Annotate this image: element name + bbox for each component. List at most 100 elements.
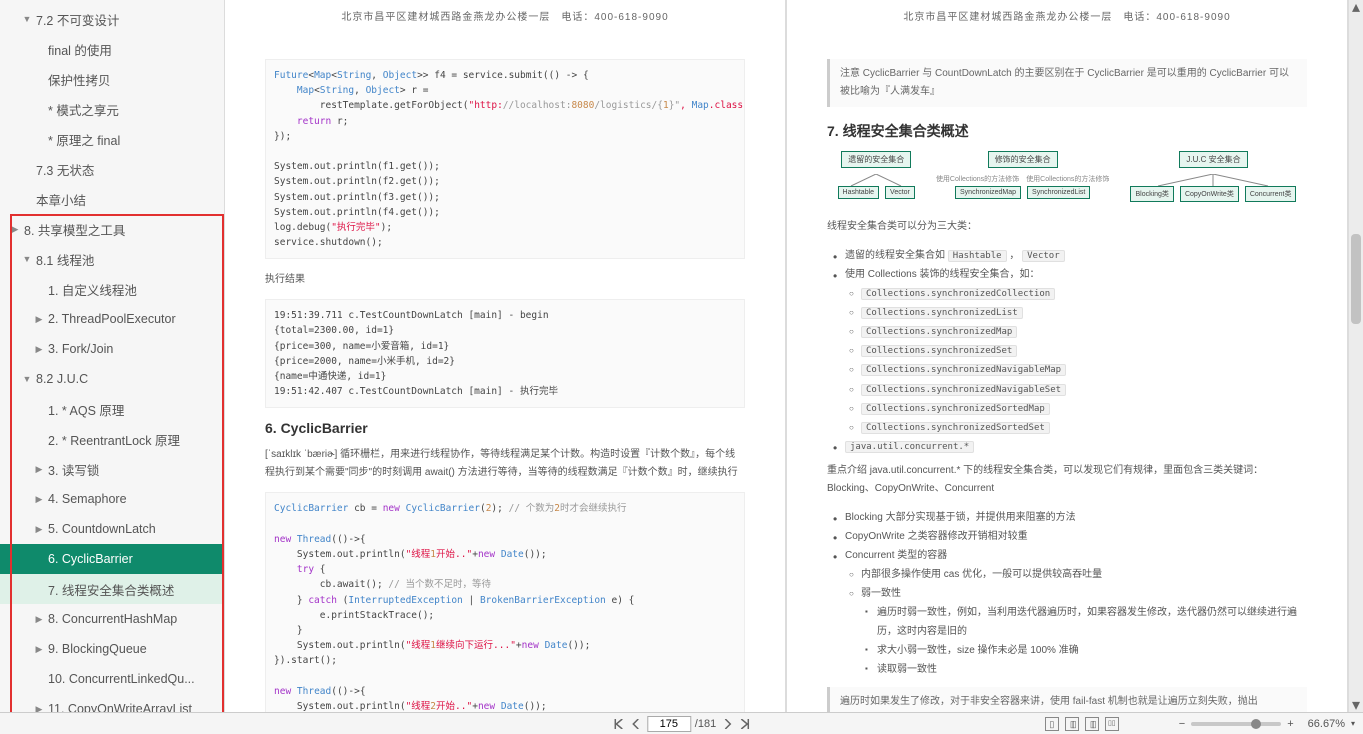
sidebar-item[interactable]: ▶ 3. 读写锁 [0, 454, 224, 484]
diagram-node: Blocking类 [1130, 186, 1173, 202]
section-6-desc: [ˈsaɪklɪk ˈbæriɚ] 循环栅栏，用来进行线程协作，等待线程满足某个… [265, 446, 745, 482]
code-tag: Vector [1022, 250, 1065, 262]
code-tag: java.util.concurrent.* [845, 441, 974, 453]
zoom-percent: 66.67% [1308, 718, 1345, 730]
page-right: 北京市昌平区建材城西路金燕龙办公楼一层 电话：400-618-9090 注意 C… [787, 0, 1347, 712]
sidebar-item[interactable]: ▶8. 共享模型之工具 [0, 214, 224, 244]
sidebar-item-label: 11. CopyOnWriteArrayList [48, 702, 192, 712]
sidebar-item-label: final 的使用 [48, 40, 112, 59]
sidebar-item[interactable]: 2. * ReentrantLock 原理 [0, 424, 224, 454]
code-output: 19:51:39.711 c.TestCountDownLatch [main]… [265, 299, 745, 408]
sidebar-item-label: 2. ThreadPoolExecutor [48, 312, 176, 326]
page-navigator: /181 [611, 716, 752, 732]
expand-icon: ▼ [22, 14, 32, 24]
expand-icon: ▶ [34, 464, 44, 475]
view-continuous-icon[interactable]: ▯▯ [1065, 717, 1079, 731]
list-item: Collections.synchronizedNavigableMap [861, 360, 1307, 379]
expand-icon: ▶ [34, 704, 44, 713]
diagram-node: 遗留的安全集合 [841, 151, 911, 168]
page-number-input[interactable] [647, 716, 691, 732]
section-6-heading: 6. CyclicBarrier [265, 420, 745, 436]
callout-note: 遍历时如果发生了修改，对于非安全容器来讲，使用 fail-fast 机制也就是让… [827, 687, 1307, 712]
diagram-node: SynchronizedList [1027, 186, 1090, 199]
expand-icon: ▶ [34, 614, 44, 625]
sidebar-item[interactable]: ▶8. ConcurrentHashMap [0, 604, 224, 634]
view-facing-continuous-icon[interactable]: ▯▯ [1105, 717, 1119, 731]
sidebar-item-label: 2. * ReentrantLock 原理 [48, 430, 180, 449]
expand-icon: ▼ [22, 374, 32, 384]
view-mode-buttons: ▯ ▯▯ ▯▯ ▯▯ [1045, 717, 1119, 731]
sidebar-item[interactable]: ▶ 11. CopyOnWriteArrayList [0, 694, 224, 712]
sidebar-item[interactable]: 7.3 无状态 [0, 154, 224, 184]
code-tag: Collections.synchronizedSortedSet [861, 422, 1050, 434]
zoom-in-button[interactable]: + [1287, 718, 1293, 730]
view-facing-icon[interactable]: ▯▯ [1085, 717, 1099, 731]
sidebar-item[interactable]: final 的使用 [0, 34, 224, 64]
zoom-slider[interactable] [1191, 722, 1281, 726]
sidebar-item-label: * 模式之享元 [48, 100, 119, 119]
sidebar-item-label: 9. BlockingQueue [48, 642, 147, 656]
sidebar-item[interactable]: 1. 自定义线程池 [0, 274, 224, 304]
list-item: 弱一致性 [861, 584, 1307, 603]
scroll-down-icon[interactable]: ▾ [1349, 698, 1363, 712]
list-item: CopyOnWrite 之类容器修改开销相对较重 [845, 527, 1307, 546]
sidebar-item[interactable]: 7. 线程安全集合类概述 [0, 574, 224, 604]
expand-icon: ▶ [34, 644, 44, 655]
zoom-dropdown-icon[interactable]: ▾ [1351, 719, 1355, 728]
diagram-node: Hashtable [838, 186, 880, 199]
sidebar-item-label: 6. CyclicBarrier [48, 552, 133, 566]
page-header: 北京市昌平区建材城西路金燕龙办公楼一层 电话：400-618-9090 [225, 0, 785, 39]
code-block: CyclicBarrier cb = new CyclicBarrier(2);… [265, 492, 745, 712]
sidebar-item-label: 本章小结 [36, 190, 86, 209]
code-tag: Collections.synchronizedSet [861, 345, 1017, 357]
expand-icon: ▶ [10, 224, 20, 235]
zoom-out-button[interactable]: − [1179, 718, 1185, 730]
status-bar: /181 ▯ ▯▯ ▯▯ ▯▯ − + 66.67% ▾ [0, 712, 1363, 734]
sidebar-item[interactable]: ▶ 5. CountdownLatch [0, 514, 224, 544]
prev-page-button[interactable] [629, 717, 643, 731]
scroll-up-icon[interactable]: ▴ [1349, 0, 1363, 14]
list-item: Collections.synchronizedCollection [861, 284, 1307, 303]
sidebar-item[interactable]: * 模式之享元 [0, 94, 224, 124]
sidebar-item[interactable]: 保护性拷贝 [0, 64, 224, 94]
code-tag: Hashtable [948, 250, 1007, 262]
sidebar-item[interactable]: ▶ 3. Fork/Join [0, 334, 224, 364]
sidebar-item[interactable]: ▶4. Semaphore [0, 484, 224, 514]
sidebar-item[interactable]: ▼8.2 J.U.C [0, 364, 224, 394]
list-item: Collections.synchronizedSet [861, 341, 1307, 360]
vertical-scrollbar[interactable]: ▴ ▾ [1349, 0, 1363, 712]
list-item: Collections.synchronizedMap [861, 322, 1307, 341]
code-tag: Collections.synchronizedCollection [861, 288, 1055, 300]
sidebar-item-label: 3. Fork/Join [48, 342, 113, 356]
sidebar-item[interactable]: ▼7.2 不可变设计 [0, 4, 224, 34]
list-item: Collections.synchronizedSortedSet [861, 418, 1307, 437]
diagram-node: 修饰的安全集合 [988, 151, 1058, 168]
first-page-button[interactable] [611, 717, 625, 731]
sidebar-item-label: 5. CountdownLatch [48, 522, 156, 536]
result-label: 执行结果 [265, 271, 745, 289]
diagram-label: 使用Collections的方法修饰 使用Collections的方法修饰 [936, 174, 1110, 184]
view-single-icon[interactable]: ▯ [1045, 717, 1059, 731]
sidebar-item[interactable]: ▶2. ThreadPoolExecutor [0, 304, 224, 334]
callout-note: 注意 CyclicBarrier 与 CountDownLatch 的主要区别在… [827, 59, 1307, 107]
list-item: Collections.synchronizedList [861, 303, 1307, 322]
sidebar-item[interactable]: * 原理之 final [0, 124, 224, 154]
sidebar-item[interactable]: 10. ConcurrentLinkedQu... [0, 664, 224, 694]
sidebar-item[interactable]: ▼8.1 线程池 [0, 244, 224, 274]
sidebar-item[interactable]: 1. * AQS 原理 [0, 394, 224, 424]
last-page-button[interactable] [738, 717, 752, 731]
sidebar-item-label: 3. 读写锁 [48, 460, 99, 479]
list-item: 遍历时弱一致性，例如，当利用迭代器遍历时，如果容器发生修改，迭代器仍然可以继续进… [877, 603, 1307, 641]
list-item: Collections.synchronizedNavigableSet [861, 380, 1307, 399]
next-page-button[interactable] [720, 717, 734, 731]
expand-icon: ▼ [22, 254, 32, 264]
scroll-thumb[interactable] [1351, 234, 1361, 324]
page-total: /181 [695, 718, 716, 730]
diagram-node: CopyOnWrite类 [1180, 186, 1239, 202]
code-tag: Collections.synchronizedSortedMap [861, 403, 1050, 415]
expand-icon: ▶ [34, 524, 44, 535]
sidebar-item[interactable]: 本章小结 [0, 184, 224, 214]
expand-icon: ▶ [34, 344, 44, 355]
sidebar-item[interactable]: ▶ 9. BlockingQueue [0, 634, 224, 664]
sidebar-item[interactable]: 6. CyclicBarrier [0, 544, 224, 574]
